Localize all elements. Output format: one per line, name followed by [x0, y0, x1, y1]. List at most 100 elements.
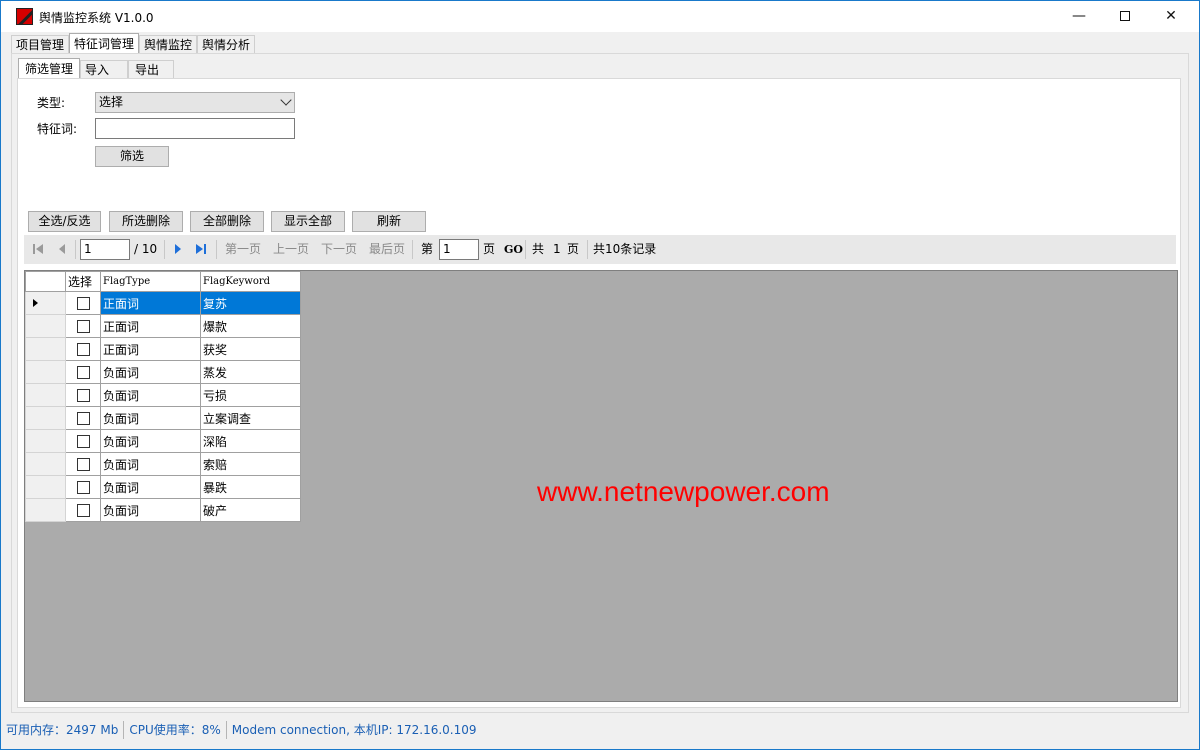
subtab-export[interactable]: 导出 — [128, 60, 175, 79]
row-header[interactable] — [25, 337, 66, 361]
flagtype-cell[interactable]: 正面词 — [100, 291, 201, 315]
row-checkbox[interactable] — [76, 412, 90, 425]
go-button[interactable]: GO — [504, 235, 523, 264]
flagkeyword-cell[interactable]: 立案调查 — [200, 406, 301, 430]
flagtype-cell[interactable]: 正面词 — [100, 314, 201, 338]
close-button[interactable]: ✕ — [1148, 1, 1194, 31]
flagtype-cell[interactable]: 负面词 — [100, 452, 201, 476]
row-header[interactable] — [25, 291, 66, 315]
flagkeyword-cell[interactable]: 爆款 — [200, 314, 301, 338]
refresh-button[interactable]: 刷新 — [352, 211, 426, 232]
table-row[interactable]: 负面词 破产 — [25, 498, 301, 522]
current-page-input[interactable]: 1 — [80, 239, 130, 260]
flagkeyword-cell[interactable]: 蒸发 — [200, 360, 301, 384]
row-checkbox-cell[interactable] — [65, 475, 101, 499]
table-row[interactable]: 正面词 获奖 — [25, 337, 301, 361]
row-checkbox[interactable] — [76, 458, 90, 471]
minimize-button[interactable]: — — [1056, 1, 1102, 31]
flagtype-cell[interactable]: 负面词 — [100, 429, 201, 453]
column-header-select[interactable]: 选择 — [65, 271, 101, 292]
maximize-button[interactable] — [1102, 1, 1148, 31]
goto-page-input[interactable]: 1 — [439, 239, 479, 260]
prev-page-icon[interactable] — [56, 243, 68, 255]
row-checkbox-cell[interactable] — [65, 360, 101, 384]
row-checkbox-cell[interactable] — [65, 429, 101, 453]
flagkeyword-cell[interactable]: 获奖 — [200, 337, 301, 361]
flagtype-cell[interactable]: 负面词 — [100, 475, 201, 499]
table-row[interactable]: 负面词 蒸发 — [25, 360, 301, 384]
row-checkbox-cell[interactable] — [65, 337, 101, 361]
flagtype-cell[interactable]: 正面词 — [100, 337, 201, 361]
row-checkbox[interactable] — [76, 343, 90, 356]
tab-project-management[interactable]: 项目管理 — [11, 35, 70, 54]
flagtype-cell[interactable]: 负面词 — [100, 360, 201, 384]
row-checkbox-cell[interactable] — [65, 406, 101, 430]
toolbar-separator — [412, 240, 413, 259]
table-row[interactable]: 负面词 亏损 — [25, 383, 301, 407]
type-select[interactable]: 选择 — [95, 92, 295, 113]
row-header[interactable] — [25, 498, 66, 522]
subtab-filter[interactable]: 筛选管理 — [18, 58, 81, 80]
flagkeyword-cell[interactable]: 暴跌 — [200, 475, 301, 499]
row-checkbox[interactable] — [76, 320, 90, 333]
show-all-button[interactable]: 显示全部 — [271, 211, 345, 232]
table-row[interactable]: 负面词 暴跌 — [25, 475, 301, 499]
first-page-link[interactable]: 第一页 — [225, 235, 261, 264]
last-page-icon[interactable] — [195, 243, 207, 255]
flagkeyword-cell[interactable]: 复苏 — [200, 291, 301, 315]
row-checkbox-cell[interactable] — [65, 383, 101, 407]
records-count: 共10条记录 — [593, 242, 657, 256]
row-checkbox-cell[interactable] — [65, 452, 101, 476]
flagkeyword-cell[interactable]: 破产 — [200, 498, 301, 522]
table-row[interactable]: 正面词 爆款 — [25, 314, 301, 338]
app-logo-icon — [16, 8, 33, 25]
toolbar-separator — [164, 240, 165, 259]
row-checkbox[interactable] — [76, 504, 90, 517]
row-header[interactable] — [25, 452, 66, 476]
table-row[interactable]: 正面词 复苏 — [25, 291, 301, 315]
status-cpu: CPU使用率：8% — [124, 721, 227, 739]
tab-analysis[interactable]: 舆情分析 — [197, 35, 256, 54]
delete-all-button[interactable]: 全部删除 — [190, 211, 264, 232]
row-checkbox[interactable] — [76, 481, 90, 494]
column-header-flagkeyword[interactable]: FlagKeyword — [200, 271, 301, 292]
flagkeyword-cell[interactable]: 索赔 — [200, 452, 301, 476]
table-row[interactable]: 负面词 立案调查 — [25, 406, 301, 430]
next-page-link[interactable]: 下一页 — [321, 235, 357, 264]
select-all-button[interactable]: 全选/反选 — [28, 211, 101, 232]
data-grid[interactable]: 选择 FlagType FlagKeyword 正面词 复苏 正面词 爆款 正面… — [24, 270, 1178, 702]
row-header[interactable] — [25, 429, 66, 453]
flagkeyword-cell[interactable]: 深陷 — [200, 429, 301, 453]
flagkeyword-cell[interactable]: 亏损 — [200, 383, 301, 407]
last-page-link[interactable]: 最后页 — [369, 235, 405, 264]
column-header-flagtype[interactable]: FlagType — [100, 271, 201, 292]
filter-button[interactable]: 筛选 — [95, 146, 169, 167]
flagtype-cell[interactable]: 负面词 — [100, 406, 201, 430]
row-checkbox-cell[interactable] — [65, 291, 101, 315]
subtab-import[interactable]: 导入 — [80, 60, 129, 79]
row-header[interactable] — [25, 383, 66, 407]
table-row[interactable]: 负面词 索赔 — [25, 452, 301, 476]
toolbar-separator — [75, 240, 76, 259]
keyword-input[interactable] — [95, 118, 295, 139]
row-checkbox[interactable] — [76, 366, 90, 379]
first-page-icon[interactable] — [32, 243, 44, 255]
row-header[interactable] — [25, 360, 66, 384]
row-checkbox[interactable] — [76, 435, 90, 448]
row-checkbox[interactable] — [76, 389, 90, 402]
flagtype-cell[interactable]: 负面词 — [100, 383, 201, 407]
table-row[interactable]: 负面词 深陷 — [25, 429, 301, 453]
tab-monitoring[interactable]: 舆情监控 — [139, 35, 198, 54]
flagtype-cell[interactable]: 负面词 — [100, 498, 201, 522]
tab-keyword-management[interactable]: 特征词管理 — [69, 33, 140, 54]
total-pages-label: / 10 — [134, 242, 158, 256]
prev-page-link[interactable]: 上一页 — [273, 235, 309, 264]
row-checkbox-cell[interactable] — [65, 498, 101, 522]
row-checkbox-cell[interactable] — [65, 314, 101, 338]
row-header[interactable] — [25, 475, 66, 499]
row-checkbox[interactable] — [76, 297, 90, 310]
row-header[interactable] — [25, 406, 66, 430]
next-page-icon[interactable] — [172, 243, 184, 255]
delete-selected-button[interactable]: 所选删除 — [109, 211, 183, 232]
row-header[interactable] — [25, 314, 66, 338]
